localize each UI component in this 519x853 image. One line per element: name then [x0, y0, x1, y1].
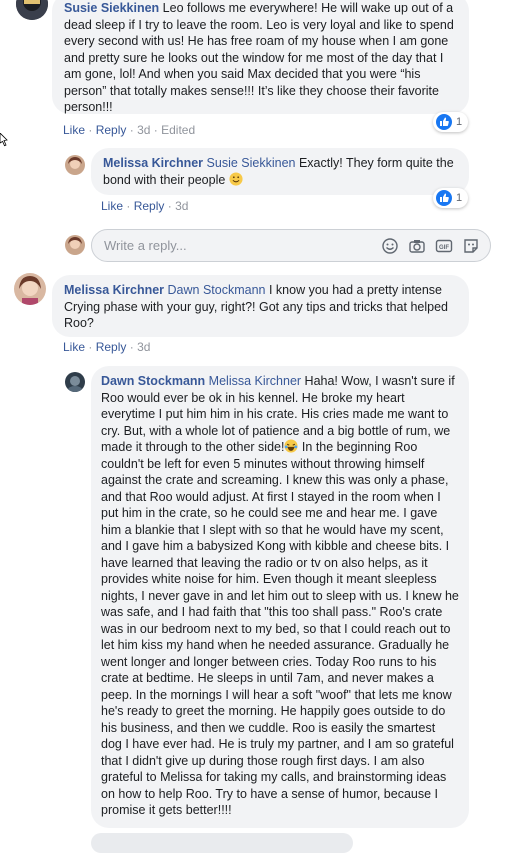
comment-bubble: Melissa Kirchner Susie Siekkinen Exactly…	[91, 148, 469, 195]
avatar-melissa[interactable]	[14, 273, 46, 305]
reply-placeholder: Write a reply...	[104, 238, 187, 253]
timestamp[interactable]: 3d	[137, 340, 150, 354]
reply-link[interactable]: Reply	[96, 340, 127, 354]
comment-actions: Like · Reply · 3d · Edited	[63, 123, 195, 137]
comment-author[interactable]: Melissa Kirchner	[103, 156, 203, 170]
avatar-image	[65, 235, 85, 255]
like-link[interactable]: Like	[63, 340, 85, 354]
comment-text-part2: In the beginning Roo couldn't be left fo…	[101, 440, 459, 817]
comment-bubble: Dawn Stockmann Melissa Kirchner Haha! Wo…	[91, 366, 469, 828]
mention-link[interactable]: Dawn Stockmann	[168, 283, 266, 297]
timestamp[interactable]: 3d	[175, 199, 188, 213]
separator: ·	[88, 340, 93, 354]
avatar-image	[14, 273, 46, 305]
avatar-dawn[interactable]	[65, 372, 85, 392]
mention-link[interactable]: Melissa Kirchner	[209, 374, 301, 388]
reaction-number: 1	[456, 116, 463, 128]
separator: ·	[88, 123, 93, 137]
comment-author[interactable]: Susie Siekkinen	[64, 1, 159, 15]
timestamp[interactable]: 3d	[137, 123, 150, 137]
reply-link[interactable]: Reply	[134, 199, 165, 213]
avatar-image	[16, 0, 48, 20]
laughing-emoji-icon	[284, 439, 299, 453]
gif-icon[interactable]: GIF	[435, 237, 453, 255]
comment-author[interactable]: Melissa Kirchner	[64, 283, 164, 297]
separator: ·	[129, 123, 134, 137]
svg-text:GIF: GIF	[439, 245, 449, 251]
next-comment-bubble	[91, 833, 353, 853]
like-link[interactable]: Like	[101, 199, 123, 213]
thumbs-up-icon	[436, 114, 452, 130]
smiley-emoji-icon	[229, 171, 243, 186]
sticker-icon[interactable]	[462, 237, 480, 255]
reply-link[interactable]: Reply	[96, 123, 127, 137]
reaction-count[interactable]: 1	[433, 112, 469, 132]
comment-bubble: Susie Siekkinen Leo follows me everywher…	[52, 0, 469, 114]
avatar-current-user	[65, 235, 85, 255]
comment-author[interactable]: Dawn Stockmann	[101, 374, 205, 388]
avatar-image	[65, 372, 85, 392]
emoji-icon[interactable]	[381, 237, 399, 255]
comment-actions: Like · Reply · 3d	[101, 199, 188, 213]
like-link[interactable]: Like	[63, 123, 85, 137]
comment-text: Leo follows me everywhere! He will wake …	[64, 1, 454, 114]
reaction-count[interactable]: 1	[433, 188, 469, 208]
comment-bubble: Melissa Kirchner Dawn Stockmann I know y…	[52, 275, 469, 337]
avatar-susie[interactable]	[16, 0, 48, 20]
mouse-cursor-icon	[0, 133, 8, 147]
camera-icon[interactable]	[408, 237, 426, 255]
reply-tools: GIF	[381, 237, 480, 255]
separator: ·	[167, 199, 172, 213]
avatar-melissa[interactable]	[65, 155, 85, 175]
reaction-number: 1	[456, 192, 463, 204]
avatar-image	[65, 155, 85, 175]
separator: ·	[153, 123, 158, 137]
thumbs-up-icon	[436, 190, 452, 206]
separator: ·	[126, 199, 131, 213]
separator: ·	[129, 340, 134, 354]
reply-input[interactable]: Write a reply... GIF	[91, 229, 491, 262]
edited-label[interactable]: Edited	[161, 123, 195, 137]
mention-link[interactable]: Susie Siekkinen	[207, 156, 296, 170]
comment-actions: Like · Reply · 3d	[63, 340, 150, 354]
